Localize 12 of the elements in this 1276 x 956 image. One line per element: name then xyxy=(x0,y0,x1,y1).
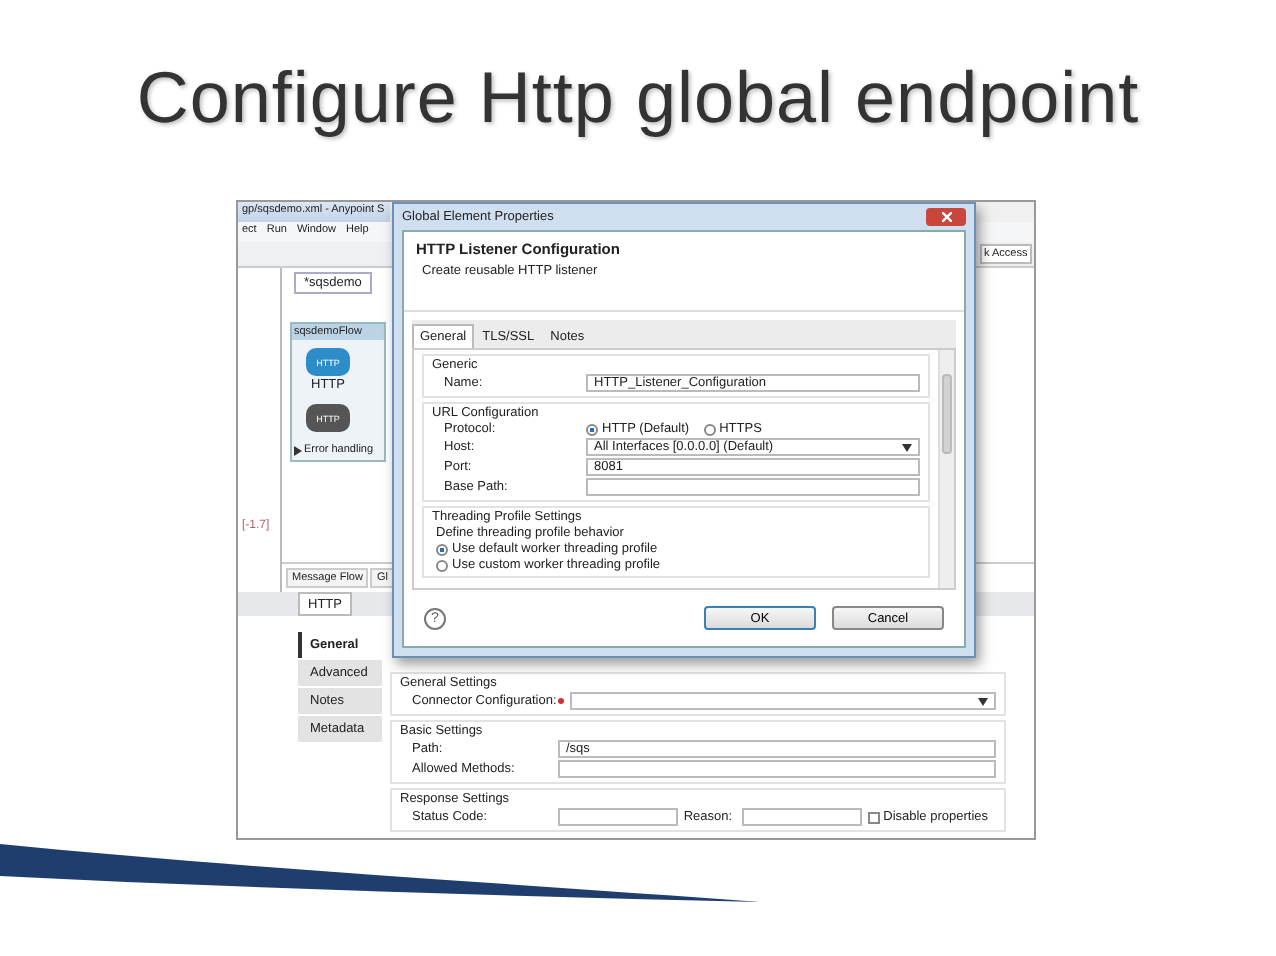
caret-icon xyxy=(978,697,988,705)
close-icon xyxy=(941,212,951,222)
input-field[interactable] xyxy=(558,808,678,826)
input-field[interactable] xyxy=(558,760,996,778)
close-button[interactable] xyxy=(926,208,966,226)
caret-icon xyxy=(902,443,912,451)
input-field[interactable] xyxy=(741,808,862,826)
input-field[interactable] xyxy=(586,478,920,496)
dropdown-field[interactable] xyxy=(570,692,996,710)
slide-title: Configure Http global endpoint xyxy=(136,56,1140,142)
expand-icon xyxy=(294,445,302,455)
scrollbar[interactable] xyxy=(938,350,954,588)
